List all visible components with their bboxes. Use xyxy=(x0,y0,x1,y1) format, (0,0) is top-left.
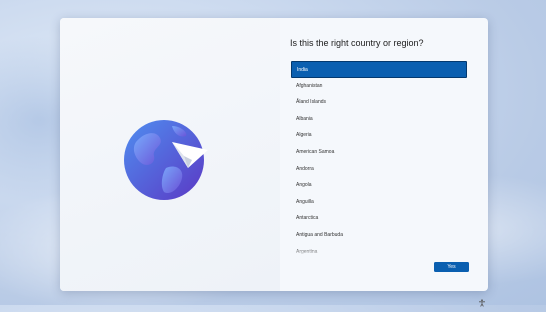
illustration-pane xyxy=(60,18,280,291)
country-item[interactable]: Antigua and Barbuda xyxy=(291,227,467,244)
country-item[interactable]: American Samoa xyxy=(291,144,467,161)
country-item[interactable]: Åland Islands xyxy=(291,94,467,111)
list-scroll-fade xyxy=(291,247,467,257)
accessibility-icon[interactable] xyxy=(478,294,486,307)
country-item[interactable]: Anguilla xyxy=(291,194,467,211)
oobe-window: Is this the right country or region? Ind… xyxy=(60,18,488,291)
globe-with-paper-plane-icon xyxy=(122,112,217,207)
page-title: Is this the right country or region? xyxy=(290,38,424,48)
yes-button[interactable]: Yes xyxy=(434,262,469,272)
country-item[interactable]: Albania xyxy=(291,111,467,128)
country-item[interactable]: Algeria xyxy=(291,127,467,144)
country-item[interactable]: Angola xyxy=(291,177,467,194)
country-list[interactable]: India Afghanistan Åland Islands Albania Alge… xyxy=(291,61,467,257)
country-item[interactable]: Antarctica xyxy=(291,210,467,227)
country-item[interactable]: Andorra xyxy=(291,161,467,178)
country-item[interactable]: Afghanistan xyxy=(291,78,467,95)
country-item-selected[interactable]: India xyxy=(291,61,467,78)
